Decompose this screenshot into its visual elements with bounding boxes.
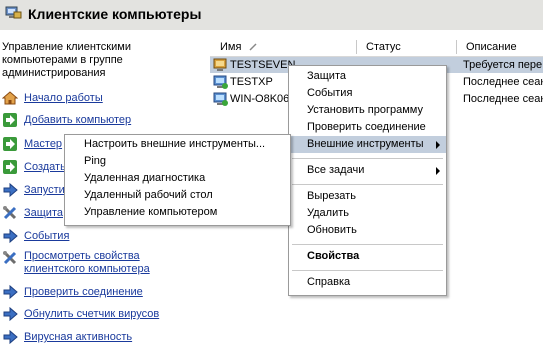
column-description[interactable]: Описание стату: [466, 38, 543, 71]
title-bar: Клиентские компьютеры: [0, 0, 543, 30]
menu-item-remote-desktop[interactable]: Удаленный рабочий стол: [65, 187, 290, 204]
blue-arrow-icon: [3, 228, 18, 244]
menu-separator: [292, 158, 443, 159]
menu-separator: [292, 184, 443, 185]
menu-item-label: Все задачи: [307, 164, 365, 176]
task-check-connection[interactable]: Проверить соединение: [2, 283, 143, 301]
blue-arrow-icon: [3, 329, 18, 345]
menu-item-ping[interactable]: Ping: [65, 153, 290, 170]
task-events[interactable]: События: [2, 227, 69, 245]
task-label[interactable]: Защита: [24, 207, 63, 219]
task-label[interactable]: Начало работы: [24, 92, 103, 104]
menu-separator: [292, 270, 443, 271]
menu-separator: [292, 244, 443, 245]
row-name: TESTSEVEN: [230, 59, 296, 71]
submenu-arrow-icon: [436, 141, 440, 149]
task-protection[interactable]: Защита: [2, 204, 63, 222]
menu-item-events[interactable]: События: [289, 85, 446, 102]
context-menu: Защита События Установить программу Пров…: [288, 65, 447, 296]
task-label[interactable]: Запусти: [24, 184, 65, 196]
tools-icon: [3, 206, 17, 220]
table-header: Имя Статус Описание стату: [210, 38, 543, 71]
row-name: WIN-O8K06I: [230, 93, 293, 105]
row-name: TESTXP: [230, 76, 273, 88]
task-label[interactable]: Обнулить счетчик вирусов: [24, 308, 159, 320]
submenu-arrow-icon: [436, 167, 440, 175]
home-icon: [2, 91, 18, 105]
task-label[interactable]: Вирусная активность: [24, 331, 132, 343]
menu-item-refresh[interactable]: Обновить: [289, 222, 446, 239]
task-label[interactable]: Добавить компьютер: [24, 114, 131, 126]
sort-icon: [249, 43, 257, 51]
menu-item-computer-management[interactable]: Управление компьютером: [65, 204, 290, 221]
menu-item-cut[interactable]: Вырезать: [289, 188, 446, 205]
computer-ok-icon: [213, 75, 228, 89]
panel-description: Управление клиентскими компьютерами в гр…: [2, 41, 131, 79]
task-label[interactable]: События: [24, 230, 69, 242]
tools-icon: [3, 251, 17, 265]
menu-item-install-program[interactable]: Установить программу: [289, 102, 446, 119]
task-label[interactable]: Просмотреть свойства клиентского компьют…: [24, 250, 174, 276]
task-add-computer[interactable]: Добавить компьютер: [2, 111, 131, 129]
computer-ok-icon: [213, 92, 228, 106]
green-arrow-icon: [3, 113, 17, 127]
menu-item-remote-diagnostics[interactable]: Удаленная диагностика: [65, 170, 290, 187]
blue-arrow-icon: [3, 306, 18, 322]
task-virus-activity[interactable]: Вирусная активность: [2, 328, 132, 346]
green-arrow-icon: [3, 137, 17, 151]
task-label[interactable]: Мастер: [24, 138, 62, 150]
menu-item-help[interactable]: Справка: [289, 274, 446, 291]
task-run[interactable]: Запусти: [2, 181, 65, 199]
column-status[interactable]: Статус: [366, 38, 401, 56]
task-reset-counter[interactable]: Обнулить счетчик вирусов: [2, 305, 159, 323]
page-title: Клиентские компьютеры: [28, 6, 202, 22]
column-divider[interactable]: [356, 40, 357, 54]
green-arrow-icon: [3, 160, 17, 174]
row-description: Последнее сеанс: [463, 93, 543, 105]
external-tools-submenu: Настроить внешние инструменты... Ping Уд…: [64, 134, 291, 226]
task-start[interactable]: Начало работы: [2, 89, 103, 107]
menu-item-all-tasks[interactable]: Все задачи: [289, 162, 446, 179]
computers-icon: [5, 6, 22, 19]
task-properties[interactable]: Просмотреть свойства клиентского компьют…: [2, 250, 174, 278]
blue-arrow-icon: [3, 182, 18, 198]
row-description: Последнее сеанс: [463, 76, 543, 88]
menu-item-protection[interactable]: Защита: [289, 68, 446, 85]
column-divider[interactable]: [456, 40, 457, 54]
blue-arrow-icon: [3, 284, 18, 300]
menu-item-check-connection[interactable]: Проверить соединение: [289, 119, 446, 136]
task-wizard[interactable]: Мастер: [2, 135, 62, 153]
task-label[interactable]: Создать: [24, 161, 66, 173]
menu-item-delete[interactable]: Удалить: [289, 205, 446, 222]
computer-warning-icon: [213, 58, 227, 71]
column-name[interactable]: Имя: [220, 38, 241, 56]
task-label[interactable]: Проверить соединение: [24, 286, 143, 298]
menu-item-properties[interactable]: Свойства: [289, 248, 446, 265]
menu-item-label: Внешние инструменты: [307, 138, 424, 150]
row-description: Требуется пере: [463, 59, 543, 71]
menu-item-external-tools[interactable]: Внешние инструменты: [289, 136, 446, 153]
task-create[interactable]: Создать: [2, 158, 66, 176]
menu-item-configure-tools[interactable]: Настроить внешние инструменты...: [65, 136, 290, 153]
